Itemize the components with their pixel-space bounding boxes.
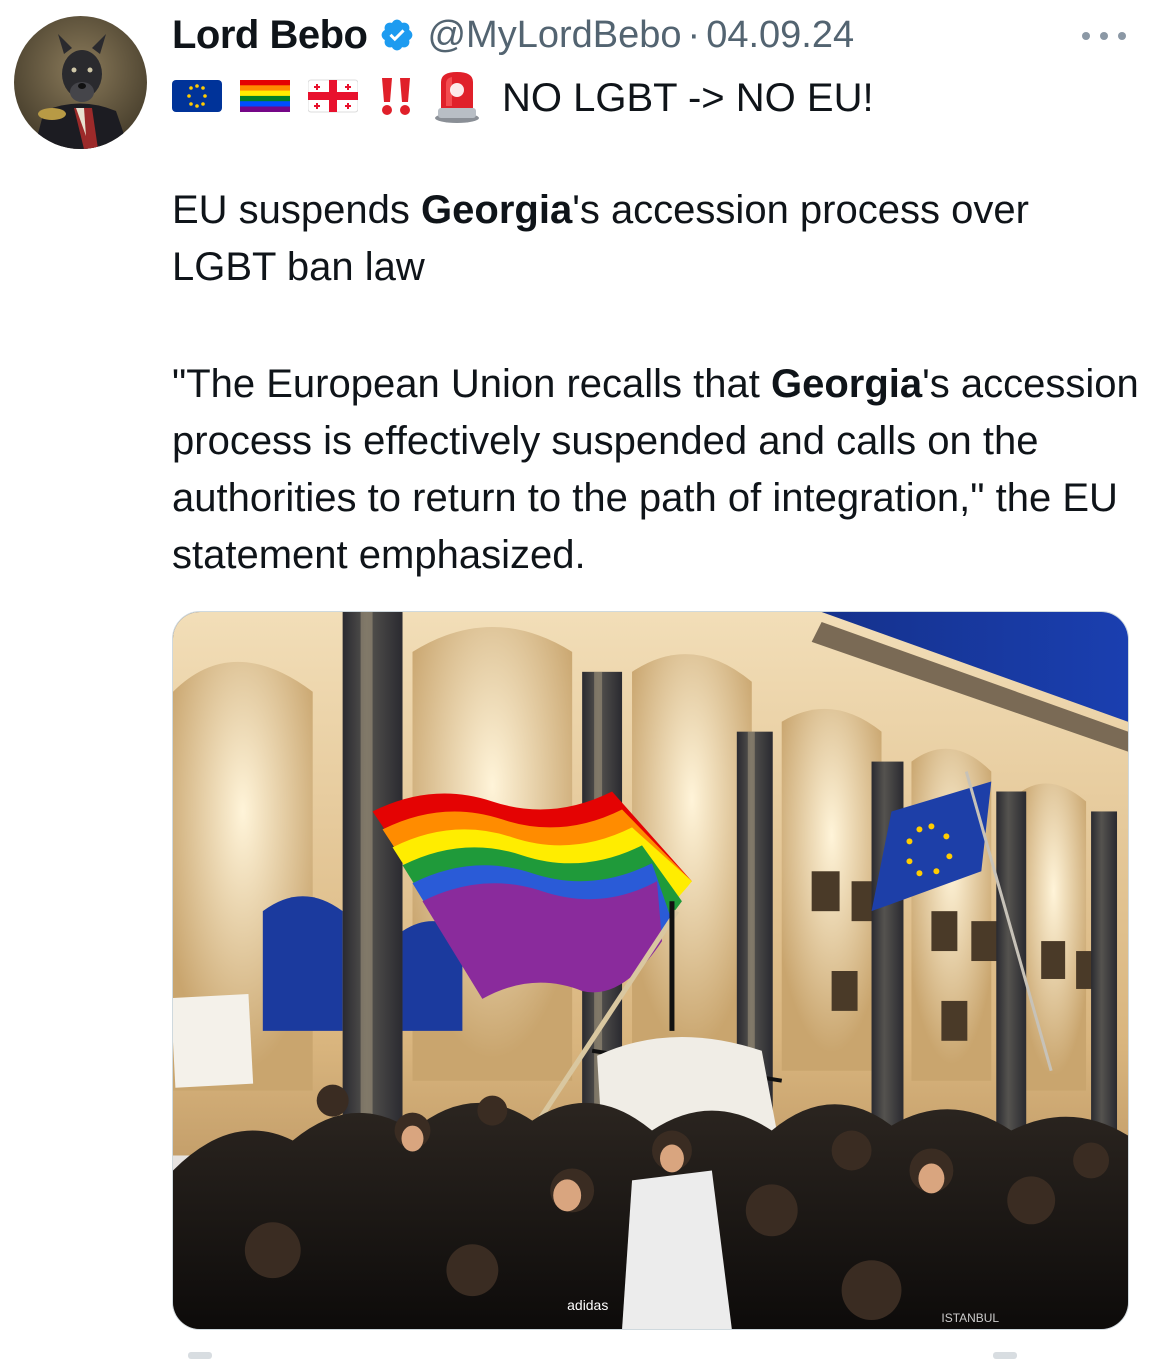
- georgia-flag-emoji-icon: [307, 78, 359, 119]
- tweet-header: Lord Bebo @MyLordBebo · 04.09.24: [172, 12, 854, 58]
- user-handle[interactable]: @MyLordBebo: [427, 14, 681, 57]
- rainbow-flag-emoji-icon: [240, 78, 290, 119]
- verified-badge-icon[interactable]: [379, 17, 415, 53]
- action-bar-hint-right: [993, 1352, 1017, 1359]
- photo-text-adidas: adidas: [567, 1297, 608, 1313]
- tweet-paragraph-1: EU suspends Georgia's accession process …: [172, 182, 1142, 296]
- action-bar-hint-left: [188, 1352, 212, 1359]
- more-options-icon[interactable]: [1082, 26, 1126, 46]
- police-light-emoji-icon: [434, 68, 480, 129]
- display-name[interactable]: Lord Bebo: [172, 13, 368, 58]
- tweet-photo[interactable]: adidas ISTANBUL: [172, 611, 1129, 1330]
- p2-text-start: "The European Union recalls that: [172, 362, 771, 406]
- p1-text-start: EU suspends: [172, 188, 422, 232]
- headline-line: NO LGBT -> NO EU!: [172, 70, 874, 126]
- p1-bold-georgia: Georgia: [421, 188, 573, 232]
- photo-text-istanbul: ISTANBUL: [941, 1311, 999, 1325]
- post-date[interactable]: 04.09.24: [706, 14, 854, 57]
- p2-bold-georgia: Georgia: [770, 362, 923, 406]
- tweet-paragraph-2: "The European Union recalls that Georgia…: [172, 356, 1142, 584]
- separator-dot: ·: [687, 13, 701, 56]
- headline-text: NO LGBT -> NO EU!: [502, 75, 874, 120]
- eu-flag-emoji-icon: [172, 78, 222, 119]
- double-exclamation-emoji-icon: [376, 74, 416, 123]
- author-avatar[interactable]: [14, 16, 147, 149]
